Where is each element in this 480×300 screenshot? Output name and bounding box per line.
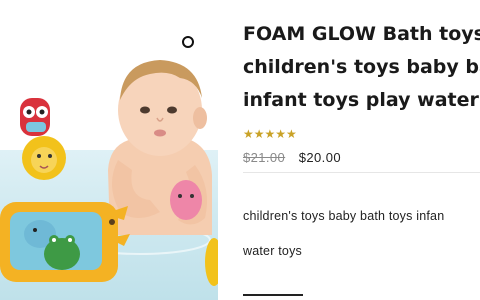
product-title: FOAM GLOW Bath toys children's toys baby… [243,18,480,117]
product-description-line: children's toys baby bath toys infan [243,209,445,223]
old-price: $21.00 [243,150,286,165]
product-title-line: FOAM GLOW Bath toys [243,23,480,45]
product-title-line: children's toys baby bat [243,56,480,78]
sale-price: $20.00 [298,150,341,165]
section-underline [243,294,303,296]
product-description-line: water toys [243,244,302,258]
price-row: $21.00 $20.00 [243,150,341,165]
product-title-line: infant toys play water to [243,89,480,111]
rating-stars-icon[interactable]: ★★★★★ [243,127,297,141]
product-info: FOAM GLOW Bath toys children's toys baby… [243,0,480,300]
product-image[interactable] [0,0,218,300]
divider [243,172,480,173]
close-icon[interactable] [182,36,194,48]
